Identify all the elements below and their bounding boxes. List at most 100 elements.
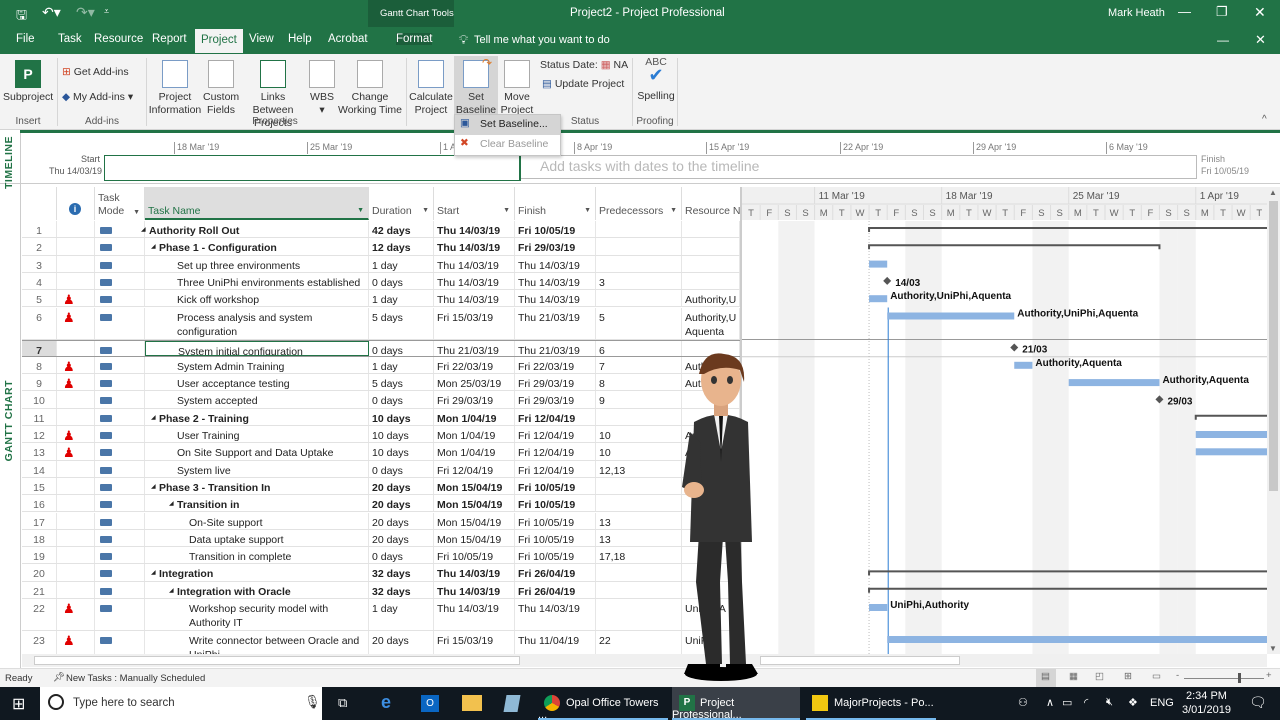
microphone-icon[interactable]: 🎙︎ [304,694,321,710]
wifi-icon[interactable]: ◜ [1084,696,1088,709]
task-name-cell[interactable]: Set up three environments [145,255,369,272]
row-number[interactable]: 15 [22,477,57,495]
task-bar[interactable] [869,260,888,268]
collapse-triangle-icon[interactable]: ◢ [141,226,146,233]
task-mode-cell[interactable] [95,356,145,374]
app-icon[interactable] [503,695,521,712]
filter-arrow-icon[interactable]: ▼ [133,206,140,219]
task-bar[interactable] [869,604,888,611]
task-mode-cell[interactable] [95,477,145,495]
table-row[interactable]: 11 Phase 2 - Training ◢ 10 days Mon 1/04/19 F… [22,408,740,426]
people-icon[interactable]: ⚇ [1018,696,1028,709]
table-row[interactable]: 7 System initial configuration 0 days Thu 2… [22,339,740,357]
row-number[interactable]: 18 [22,529,57,547]
taskbar-search-box[interactable]: Type here to search 🎙︎ [40,687,322,720]
row-number[interactable]: 13 [22,443,57,460]
milestone-marker[interactable] [883,276,892,285]
action-center-icon[interactable]: 🗨︎ [1249,694,1267,711]
collapse-ribbon-icon[interactable]: ^ [1262,114,1267,125]
report-view-icon[interactable]: ▭ [1152,671,1161,682]
task-name-cell[interactable]: Phase 3 - Transition In [145,477,369,495]
row-number[interactable]: 17 [22,512,57,529]
table-scroll-thumb[interactable] [34,656,520,665]
tell-me-input[interactable]: Tell me what you want to do [474,34,610,46]
table-row[interactable]: 5 ♟ Kick off workshop 1 day Thu 14/03/19 Thu … [22,290,740,308]
close-doc-button[interactable]: ✕ [1255,32,1266,48]
table-row[interactable]: 18 Data uptake support 20 days Mon 15/04/19… [22,529,740,548]
table-row[interactable]: 4 Three UniPhi environments established 0 … [22,272,740,291]
collapse-triangle-icon[interactable]: ◢ [151,414,156,421]
task-bar[interactable] [1068,379,1160,387]
task-mode-cell[interactable] [95,599,145,630]
project-information-button[interactable]: Project Information [148,58,202,117]
select-all-header[interactable] [22,187,57,220]
custom-fields-button[interactable]: Custom Fields [203,58,239,117]
row-number[interactable]: 11 [22,408,57,425]
undo-icon[interactable]: ↶▾ [42,4,61,21]
task-name-cell[interactable]: Write connector between Oracle and UniPh… [145,631,369,654]
row-number[interactable]: 22 [22,599,57,630]
scroll-up-icon[interactable]: ▲ [1269,188,1277,197]
save-icon[interactable]: 🖫 [16,6,27,28]
filter-arrow-icon[interactable]: ▼ [422,207,429,214]
vertical-scroll-thumb[interactable] [1269,201,1278,491]
clock-time[interactable]: 2:34 PM [1186,690,1227,702]
task-name-cell[interactable]: Three UniPhi environments established [145,272,369,290]
volume-muted-icon[interactable]: 🔇︎ [1106,696,1113,709]
row-number[interactable]: 2 [22,238,57,255]
table-row[interactable]: 16 Transition in ◢ 20 days Mon 15/04/19 Fri 1… [22,495,740,513]
task-name-cell[interactable]: Phase 1 - Configuration [145,238,369,255]
vertical-scrollbar[interactable]: ▲ ▼ [1267,187,1280,654]
task-mode-cell[interactable] [95,391,145,408]
windows-start-icon[interactable]: ⊞ [12,694,25,714]
collapse-triangle-icon[interactable]: ◢ [169,587,174,594]
task-mode-cell[interactable] [95,426,145,443]
task-name-cell[interactable]: Kick off workshop [145,290,369,307]
column-header-predecessors[interactable]: Predecessors ▼ [596,187,682,220]
language-indicator[interactable]: ENG [1150,697,1174,709]
row-number[interactable]: 1 [22,221,57,238]
row-number[interactable]: 7 [22,340,57,356]
table-row[interactable]: 8 ♟ System Admin Training 1 day Fri 22/03/19… [22,356,740,375]
tab-project[interactable]: Project [195,29,243,53]
update-project-button[interactable]: ▤ Update Project [542,78,624,91]
task-mode-cell[interactable] [95,547,145,564]
task-mode-cell[interactable] [95,255,145,272]
task-mode-cell[interactable] [95,272,145,290]
table-row[interactable]: 20 Integration ◢ 32 days Thu 14/03/19 Fri 26/… [22,564,740,582]
timeline-visible-range[interactable] [104,155,521,181]
task-mode-cell[interactable] [95,307,145,339]
task-mode-cell[interactable] [95,340,145,356]
table-row[interactable]: 22 ♟ Workshop security model with Authorit… [22,599,740,631]
row-number[interactable]: 23 [22,631,57,654]
menu-item-clear-baseline[interactable]: ✖ Clear Baseline [455,135,560,155]
taskbar-app-project[interactable]: P Project Professional... [672,687,800,721]
table-row[interactable]: 21 Integration with Oracle ◢ 32 days Thu 14/… [22,581,740,599]
row-number[interactable]: 10 [22,391,57,408]
task-name-cell[interactable]: Data uptake support [145,529,369,547]
task-mode-cell[interactable] [95,512,145,529]
row-number[interactable]: 19 [22,547,57,564]
task-name-cell[interactable]: Process analysis and system configuratio… [145,307,369,339]
column-header-task-name[interactable]: Task Name ▼ [145,187,369,220]
outlook-icon[interactable]: O [421,695,439,712]
row-number[interactable]: 12 [22,426,57,443]
task-name-cell[interactable]: Transition in complete [145,547,369,564]
row-number[interactable]: 9 [22,374,57,391]
task-mode-cell[interactable] [95,460,145,477]
task-name-cell[interactable]: On Site Support and Data Uptake [145,443,369,460]
row-number[interactable]: 14 [22,460,57,477]
collapse-triangle-icon[interactable]: ◢ [151,569,156,576]
task-mode-cell[interactable] [95,631,145,654]
task-bar[interactable] [1014,361,1033,369]
ribbon-display-button[interactable]: — [1217,33,1229,47]
close-button[interactable]: ✕ [1254,4,1266,21]
timeline-bar[interactable]: Add tasks with dates to the timeline [521,155,1197,179]
column-header-start[interactable]: Start ▼ [434,187,515,220]
user-name[interactable]: Mark Heath [1108,7,1165,19]
row-number[interactable]: 21 [22,581,57,598]
collapse-triangle-icon[interactable]: ◢ [151,483,156,490]
spelling-button[interactable]: ABC ✔ Spelling [636,56,676,103]
row-number[interactable]: 5 [22,290,57,307]
filter-arrow-icon[interactable]: ▼ [670,207,677,214]
